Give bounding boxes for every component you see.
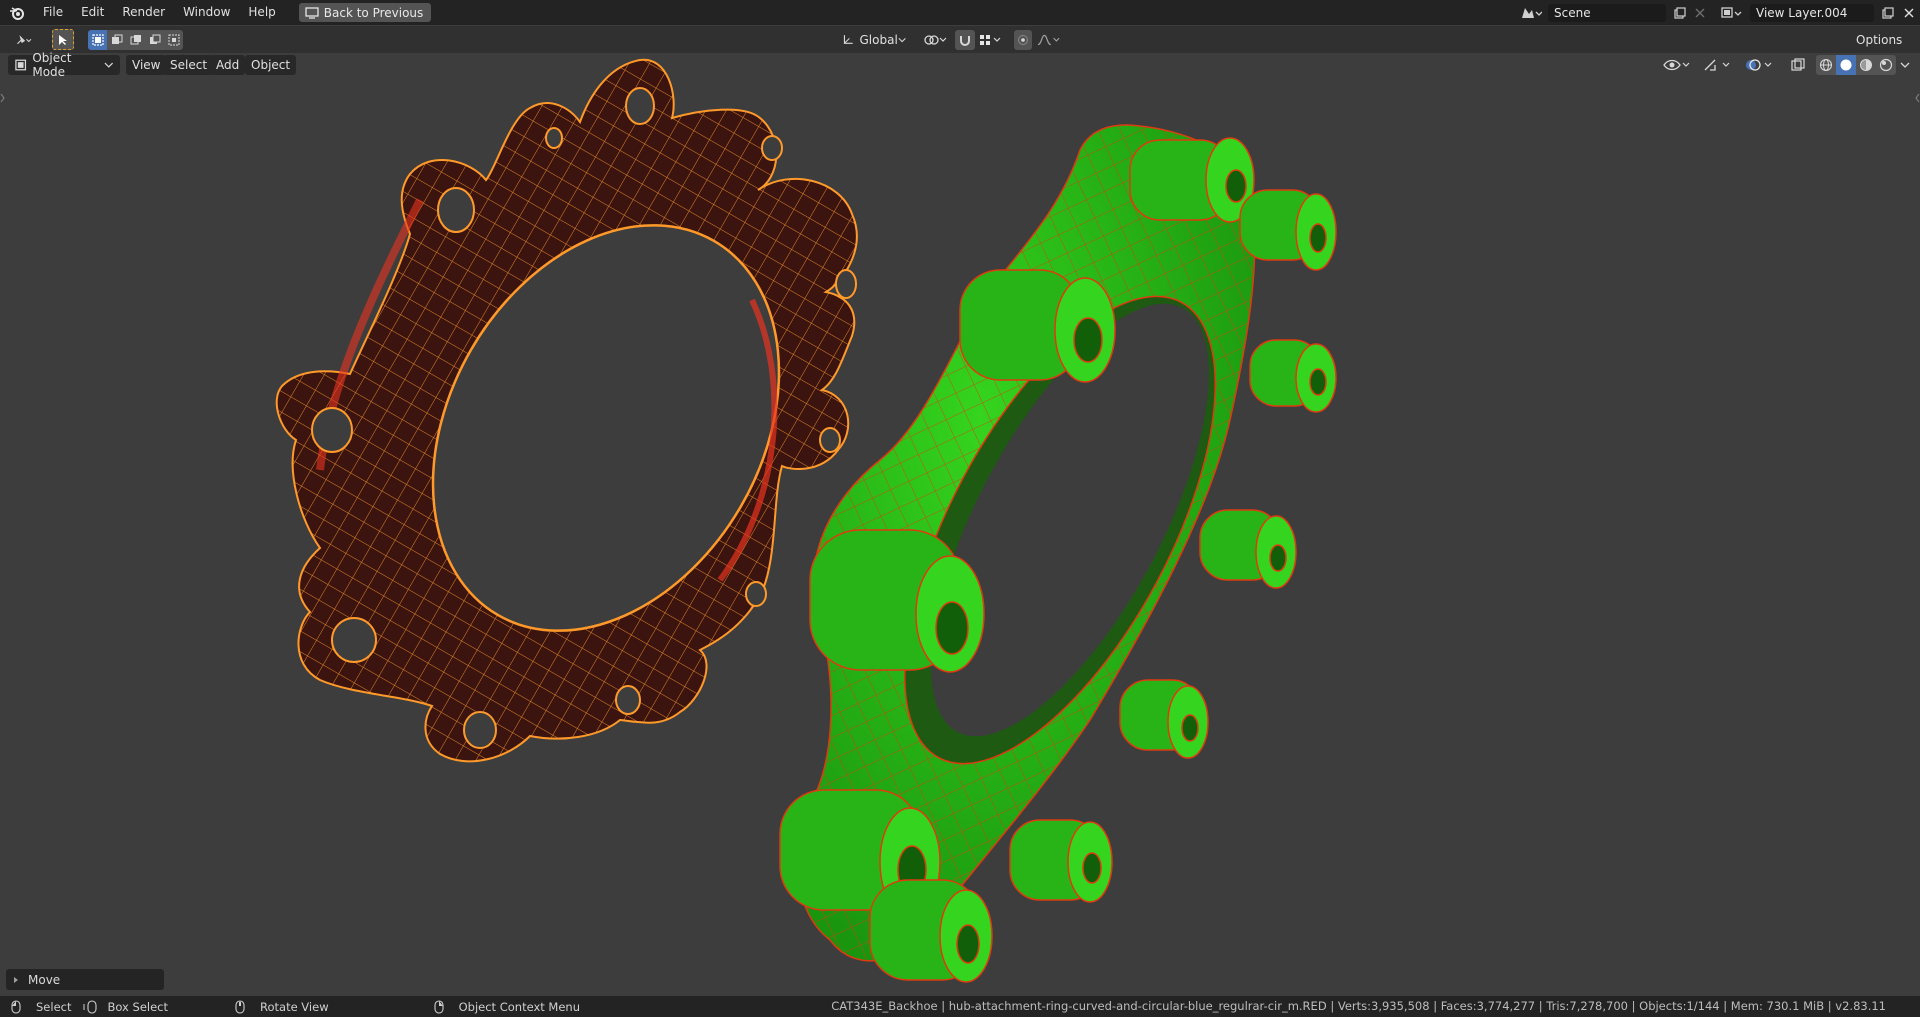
xray-toggle[interactable] <box>1788 55 1808 75</box>
snap-toggle[interactable] <box>955 30 975 50</box>
blender-logo-icon[interactable] <box>0 6 34 20</box>
scene-name-field[interactable]: Scene <box>1548 3 1666 22</box>
mode-label: Object Mode <box>32 51 72 79</box>
magnet-icon <box>960 36 970 46</box>
menu-window[interactable]: Window <box>174 0 239 25</box>
pivot-point-dropdown[interactable] <box>920 30 952 50</box>
status-select-label: Select <box>36 999 72 1014</box>
menu-help[interactable]: Help <box>239 0 284 25</box>
scene-controls: Scene View Layer.004 <box>1514 0 1920 25</box>
menu-edit[interactable]: Edit <box>72 0 113 25</box>
status-context-menu: Object Context Menu <box>433 1000 580 1014</box>
options-label: Options <box>1856 33 1903 47</box>
visibility-dropdown[interactable] <box>1660 55 1694 75</box>
toolbar-collapse-arrow-icon[interactable] <box>0 91 6 105</box>
scene-statistics: CAT343E_Backhoe | hub-attachment-ring-cu… <box>831 999 1886 1013</box>
back-to-previous-button[interactable]: Back to Previous <box>298 3 432 22</box>
proportional-edit-icon <box>1018 35 1028 45</box>
last-operator-label: Move <box>28 972 61 987</box>
mouse-left-icon <box>11 999 21 1014</box>
falloff-dropdown[interactable] <box>1034 30 1064 50</box>
wireframe-shading-icon[interactable] <box>1816 55 1836 75</box>
view-menu[interactable]: View <box>126 55 167 75</box>
mouse-middle-icon <box>235 999 245 1014</box>
editor-type-icon <box>17 35 32 45</box>
solid-shading-icon[interactable] <box>1836 55 1856 75</box>
axis-icon <box>843 35 853 44</box>
rendered-shading-icon[interactable] <box>1876 55 1896 75</box>
3d-viewport[interactable]: Object Mode View Select Add Object <box>0 51 1920 996</box>
add-menu[interactable]: Add <box>210 55 246 75</box>
orientation-label: Global <box>859 33 898 47</box>
pivot-icon <box>924 35 947 45</box>
chevron-down-icon <box>104 62 114 68</box>
status-bar: Select Box Select Rotate View Object Con… <box>0 996 1920 1017</box>
chevron-down-icon <box>1900 62 1910 68</box>
menu-file[interactable]: File <box>34 0 72 25</box>
eye-icon <box>1663 59 1690 71</box>
select-menu[interactable]: Select <box>164 55 214 75</box>
scene-selector-icon[interactable] <box>1514 4 1548 22</box>
overlays-toggle[interactable] <box>1742 55 1778 75</box>
view-layer-field[interactable]: View Layer.004 <box>1750 3 1874 22</box>
status-rotate-view: Rotate View <box>234 1000 329 1014</box>
overlays-icon <box>1746 59 1772 71</box>
grid-snap-icon <box>980 35 1001 45</box>
shading-options-dropdown[interactable] <box>1896 55 1914 75</box>
delete-scene-icon[interactable] <box>1690 4 1710 22</box>
shading-mode-group <box>1816 55 1896 75</box>
green-hub-attachment[interactable] <box>779 124 1337 983</box>
mouse-right-icon <box>434 999 444 1014</box>
select-tool-button[interactable] <box>52 29 74 50</box>
tool-header: Global Options <box>0 26 1920 53</box>
chevron-down-icon <box>1907 39 1908 41</box>
select-subtract-mode-icon[interactable] <box>126 30 145 50</box>
selected-hub-ring[interactable] <box>275 58 858 763</box>
object-mode-icon <box>15 59 27 71</box>
viewport-canvas[interactable] <box>0 53 1920 996</box>
status-box-select-label: Box Select <box>107 999 168 1014</box>
select-extend-mode-icon[interactable] <box>107 30 126 50</box>
cursor-arrow-icon <box>59 34 67 45</box>
select-new-mode-icon[interactable] <box>88 30 107 50</box>
chevron-down-icon <box>898 37 906 43</box>
back-to-previous-label: Back to Previous <box>323 5 424 20</box>
select-invert-mode-icon[interactable] <box>145 30 164 50</box>
mouse-drag-icon <box>83 999 98 1014</box>
view-layer-selector-icon[interactable] <box>1714 4 1750 22</box>
status-select: Select <box>10 1000 71 1014</box>
new-view-layer-icon[interactable] <box>1878 4 1898 22</box>
object-menu[interactable]: Object <box>245 55 297 75</box>
status-box-select: Box Select <box>83 1000 168 1014</box>
delete-view-layer-icon[interactable] <box>1898 4 1920 22</box>
xray-icon <box>1791 58 1805 71</box>
gizmo-toggle[interactable] <box>1700 55 1736 75</box>
new-scene-icon[interactable] <box>1670 4 1690 22</box>
proportional-edit-toggle[interactable] <box>1014 30 1032 50</box>
viewport-header: Object Mode View Select Add Object <box>0 51 1920 79</box>
last-operator-panel[interactable]: Move <box>6 969 164 990</box>
status-context-menu-label: Object Context Menu <box>458 999 580 1014</box>
selection-mode-group <box>88 30 183 50</box>
top-bar: File Edit Render Window Help Back to Pre… <box>0 0 1920 25</box>
snap-target-dropdown[interactable] <box>976 30 1006 50</box>
gizmo-icon <box>1704 59 1730 71</box>
sidebar-collapse-arrow-icon[interactable] <box>1914 91 1920 105</box>
status-rotate-view-label: Rotate View <box>260 999 329 1014</box>
options-dropdown[interactable]: Options <box>1850 30 1914 50</box>
screen-icon <box>305 6 319 19</box>
editor-type-button[interactable] <box>10 30 40 50</box>
menu-render[interactable]: Render <box>113 0 174 25</box>
object-mode-dropdown[interactable]: Object Mode <box>8 51 120 79</box>
expand-arrow-icon <box>14 976 18 983</box>
falloff-curve-icon <box>1037 34 1060 46</box>
transform-orientation-dropdown[interactable]: Global <box>836 30 912 50</box>
select-intersect-mode-icon[interactable] <box>164 30 183 50</box>
material-shading-icon[interactable] <box>1856 55 1876 75</box>
